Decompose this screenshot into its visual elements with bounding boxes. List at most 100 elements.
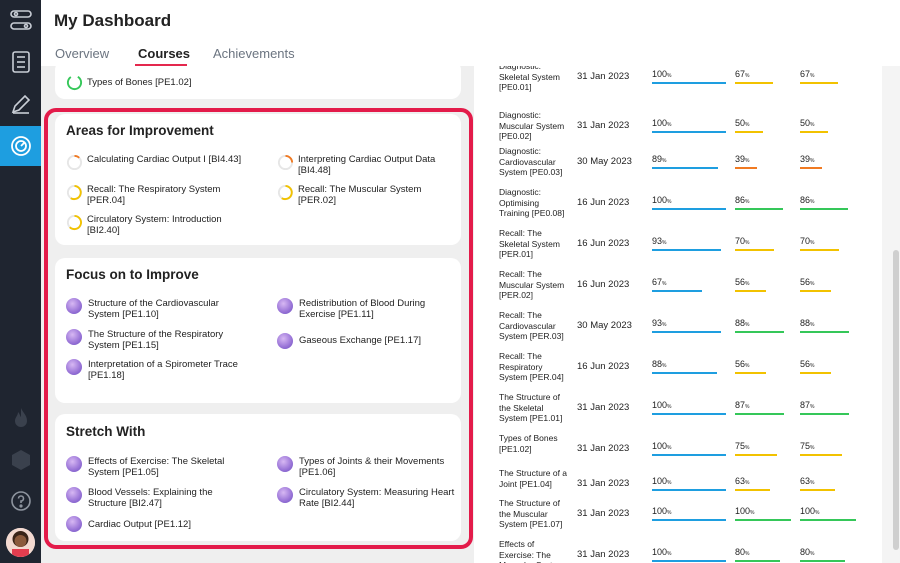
score-2-bar — [735, 249, 774, 251]
score-3-bar — [800, 82, 838, 84]
table-row[interactable]: Diagnostic: Optimising Training [PE0.08]… — [474, 187, 882, 228]
score-1-bar — [652, 167, 718, 169]
score-3: 39% — [800, 154, 815, 164]
score-2-bar — [735, 519, 791, 521]
table-row[interactable]: The Structure of the Muscular System [PE… — [474, 498, 882, 539]
score-3: 56% — [800, 277, 815, 287]
score-2-bar — [735, 131, 763, 133]
table-row[interactable]: Recall: The Cardiovascular System [PER.0… — [474, 310, 882, 351]
tab-overview[interactable]: Overview — [55, 46, 109, 61]
score-3-bar — [800, 372, 831, 374]
tab-achievements[interactable]: Achievements — [213, 46, 295, 61]
hexagon-icon[interactable] — [0, 440, 41, 480]
score-3: 87% — [800, 400, 815, 410]
score-3: 56% — [800, 359, 815, 369]
score-3-bar — [800, 454, 842, 456]
table-row[interactable]: Diagnostic: Skeletal System [PE0.01] 31 J… — [474, 66, 882, 102]
table-row[interactable]: Diagnostic: Cardiovascular System [PE0.0… — [474, 146, 882, 187]
score-2: 100% — [735, 506, 755, 516]
score-3-bar — [800, 249, 839, 251]
course-date: 16 Jun 2023 — [577, 361, 630, 372]
score-2-bar — [735, 372, 766, 374]
score-1: 89% — [652, 154, 667, 164]
course-name: Diagnostic: Optimising Training [PE0.08] — [499, 187, 565, 218]
score-3-bar — [800, 560, 845, 562]
course-name: Recall: The Respiratory System [PER.04] — [499, 351, 564, 382]
table-row[interactable]: Recall: The Skeletal System [PER.01] 16 J… — [474, 228, 882, 269]
list-icon[interactable] — [0, 42, 41, 82]
course-progress-table: Diagnostic: Skeletal System [PE0.01] 31 J… — [474, 66, 882, 563]
course-name: The Structure of the Muscular System [PE… — [499, 498, 563, 529]
score-3: 88% — [800, 318, 815, 328]
help-icon[interactable] — [0, 481, 41, 521]
score-2: 39% — [735, 154, 750, 164]
topic-label: Types of Bones [PE1.02] — [87, 77, 192, 88]
score-1: 100% — [652, 506, 672, 516]
score-2: 70% — [735, 236, 750, 246]
scrollbar-thumb[interactable] — [893, 250, 899, 550]
course-name: Diagnostic: Skeletal System [PE0.01] — [499, 66, 560, 92]
score-2: 86% — [735, 195, 750, 205]
score-1: 100% — [652, 547, 672, 557]
score-1: 67% — [652, 277, 667, 287]
score-2-bar — [735, 290, 766, 292]
score-3: 63% — [800, 476, 815, 486]
avatar[interactable] — [6, 528, 35, 557]
score-2: 67% — [735, 69, 750, 79]
course-date: 31 Jan 2023 — [577, 402, 630, 413]
course-date: 31 Jan 2023 — [577, 120, 630, 131]
score-2-bar — [735, 489, 770, 491]
score-1: 100% — [652, 476, 672, 486]
list-item[interactable]: Types of Bones [PE1.02] — [66, 74, 366, 91]
score-1: 93% — [652, 318, 667, 328]
header: My Dashboard Overview Courses Achievemen… — [41, 0, 900, 66]
course-name: The Structure of a Joint [PE1.04] — [499, 468, 568, 489]
table-row[interactable]: Recall: The Respiratory System [PER.04] 1… — [474, 351, 882, 392]
course-date: 31 Jan 2023 — [577, 549, 630, 560]
table-row[interactable]: Effects of Exercise: The Muscular System… — [474, 539, 882, 563]
score-1-bar — [652, 331, 721, 333]
score-1-bar — [652, 372, 717, 374]
score-2-bar — [735, 413, 784, 415]
table-row[interactable]: The Structure of the Skeletal System [PE… — [474, 392, 882, 433]
table-row[interactable]: Recall: The Muscular System [PER.02] 16 J… — [474, 269, 882, 310]
course-date: 31 Jan 2023 — [577, 71, 630, 82]
score-2: 75% — [735, 441, 750, 451]
course-name: The Structure of the Skeletal System [PE… — [499, 392, 563, 423]
score-1: 100% — [652, 195, 672, 205]
course-date: 16 Jun 2023 — [577, 197, 630, 208]
highlight-box — [44, 108, 473, 549]
pencil-icon[interactable] — [0, 84, 41, 124]
score-3-bar — [800, 413, 849, 415]
course-date: 30 May 2023 — [577, 320, 632, 331]
score-3-bar — [800, 131, 828, 133]
score-2-bar — [735, 208, 783, 210]
course-name: Recall: The Skeletal System [PER.01] — [499, 228, 560, 259]
score-3-bar — [800, 489, 835, 491]
course-date: 31 Jan 2023 — [577, 508, 630, 519]
tab-courses[interactable]: Courses — [138, 46, 190, 61]
table-row[interactable]: Diagnostic: Muscular System [PE0.02] 31 J… — [474, 110, 882, 151]
score-1: 93% — [652, 236, 667, 246]
score-3: 67% — [800, 69, 815, 79]
score-1-bar — [652, 413, 726, 415]
score-2: 56% — [735, 277, 750, 287]
pipeline-icon[interactable] — [0, 0, 41, 40]
course-name: Types of Bones [PE1.02] — [499, 433, 558, 454]
score-1: 100% — [652, 400, 672, 410]
course-name: Diagnostic: Cardiovascular System [PE0.0… — [499, 146, 563, 177]
score-2-bar — [735, 454, 777, 456]
score-1-bar — [652, 454, 726, 456]
gauge-icon[interactable] — [0, 126, 41, 166]
course-date: 31 Jan 2023 — [577, 478, 630, 489]
page-title: My Dashboard — [54, 11, 172, 30]
score-2: 88% — [735, 318, 750, 328]
course-date: 31 Jan 2023 — [577, 443, 630, 454]
score-2-bar — [735, 82, 773, 84]
course-date: 16 Jun 2023 — [577, 238, 630, 249]
recent-topic-card: Types of Bones [PE1.02] — [55, 66, 461, 99]
flame-icon[interactable] — [0, 398, 41, 438]
course-name: Recall: The Muscular System [PER.02] — [499, 269, 565, 300]
score-1: 88% — [652, 359, 667, 369]
score-1-bar — [652, 519, 726, 521]
